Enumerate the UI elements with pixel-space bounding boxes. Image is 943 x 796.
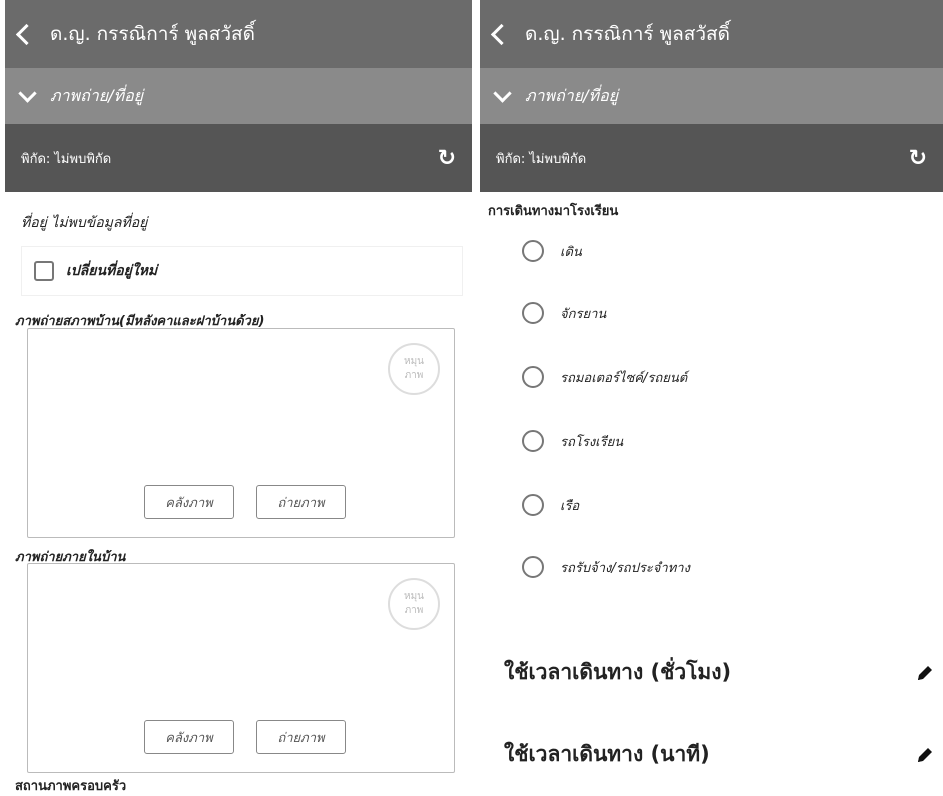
inside-photo-box: หมุน ภาพ คลังภาพ ถ่ายภาพ <box>27 563 455 773</box>
gallery-button[interactable]: คลังภาพ <box>144 720 234 754</box>
option-label: เดิน <box>560 244 582 260</box>
app-header: ด.ญ. กรรณิการ์ พูลสวัสดิ์ <box>480 0 943 68</box>
rotate-image-button[interactable]: หมุน ภาพ <box>388 578 440 630</box>
right-screen: ด.ญ. กรรณิการ์ พูลสวัสดิ์ ภาพถ่าย/ที่อยู… <box>480 0 943 794</box>
coordinates-bar: พิกัด: ไม่พบพิกัด ↻ <box>5 124 472 192</box>
travel-time-minutes-label: ใช้เวลาเดินทาง (นาที) <box>504 742 710 766</box>
travel-time-minutes-row[interactable]: ใช้เวลาเดินทาง (นาที) <box>504 738 935 771</box>
coordinates-label: พิกัด: ไม่พบพิกัด <box>21 151 112 167</box>
section-title: ภาพถ่าย/ที่อยู่ <box>525 85 619 105</box>
back-chevron-icon[interactable] <box>490 23 513 45</box>
rotate-image-button[interactable]: หมุน ภาพ <box>388 343 440 395</box>
radio-button[interactable] <box>522 366 544 388</box>
travel-option-bicycle[interactable]: จักรยาน <box>522 302 606 324</box>
option-label: รถรับจ้าง/รถประจำทาง <box>560 560 690 576</box>
pencil-icon[interactable] <box>915 745 935 765</box>
app-header: ด.ญ. กรรณิการ์ พูลสวัสดิ์ <box>5 0 472 68</box>
change-address-checkbox[interactable] <box>34 261 54 281</box>
expand-chevron-icon <box>493 83 512 103</box>
option-label: เรือ <box>560 498 580 514</box>
change-address-checkbox-row[interactable]: เปลี่ยนที่อยู่ใหม่ <box>21 246 463 296</box>
coordinates-label: พิกัด: ไม่พบพิกัด <box>496 151 587 167</box>
radio-button[interactable] <box>522 494 544 516</box>
travel-time-hours-label: ใช้เวลาเดินทาง (ชั่วโมง) <box>504 660 732 684</box>
left-screen: ด.ญ. กรรณิการ์ พูลสวัสดิ์ ภาพถ่าย/ที่อยู… <box>5 0 472 794</box>
section-header[interactable]: ภาพถ่าย/ที่อยู่ <box>5 68 472 124</box>
travel-option-boat[interactable]: เรือ <box>522 494 579 516</box>
option-label: จักรยาน <box>560 306 607 322</box>
radio-button[interactable] <box>522 302 544 324</box>
travel-option-walk[interactable]: เดิน <box>522 240 582 262</box>
travel-option-public-transport[interactable]: รถรับจ้าง/รถประจำทาง <box>522 556 690 578</box>
coordinates-bar: พิกัด: ไม่พบพิกัด ↻ <box>480 124 943 192</box>
section-title: ภาพถ่าย/ที่อยู่ <box>50 85 144 105</box>
travel-time-hours-row[interactable]: ใช้เวลาเดินทาง (ชั่วโมง) <box>504 656 935 689</box>
radio-button[interactable] <box>522 240 544 262</box>
refresh-icon[interactable]: ↻ <box>438 146 456 171</box>
section-header[interactable]: ภาพถ่าย/ที่อยู่ <box>480 68 943 124</box>
refresh-icon[interactable]: ↻ <box>909 146 927 171</box>
camera-button[interactable]: ถ่ายภาพ <box>256 720 346 754</box>
expand-chevron-icon <box>18 83 37 103</box>
change-address-label: เปลี่ยนที่อยู่ใหม่ <box>66 263 158 279</box>
student-name: ด.ญ. กรรณิการ์ พูลสวัสดิ์ <box>50 23 255 45</box>
gallery-button[interactable]: คลังภาพ <box>144 485 234 519</box>
travel-option-motorcycle-car[interactable]: รถมอเตอร์ไซค์/รถยนต์ <box>522 366 687 388</box>
student-name: ด.ญ. กรรณิการ์ พูลสวัสดิ์ <box>525 23 730 45</box>
option-label: รถมอเตอร์ไซค์/รถยนต์ <box>560 370 688 386</box>
travel-title: การเดินทางมาโรงเรียน <box>488 204 619 219</box>
pencil-icon[interactable] <box>915 663 935 683</box>
travel-option-school-bus[interactable]: รถโรงเรียน <box>522 430 623 452</box>
radio-button[interactable] <box>522 556 544 578</box>
camera-button[interactable]: ถ่ายภาพ <box>256 485 346 519</box>
family-status-title: สถานภาพครอบครัว <box>15 779 127 794</box>
radio-button[interactable] <box>522 430 544 452</box>
back-chevron-icon[interactable] <box>15 23 38 45</box>
option-label: รถโรงเรียน <box>560 434 624 450</box>
house-photo-box: หมุน ภาพ คลังภาพ ถ่ายภาพ <box>27 328 455 538</box>
address-text: ที่อยู่ ไม่พบข้อมูลที่อยู่ <box>21 215 148 231</box>
